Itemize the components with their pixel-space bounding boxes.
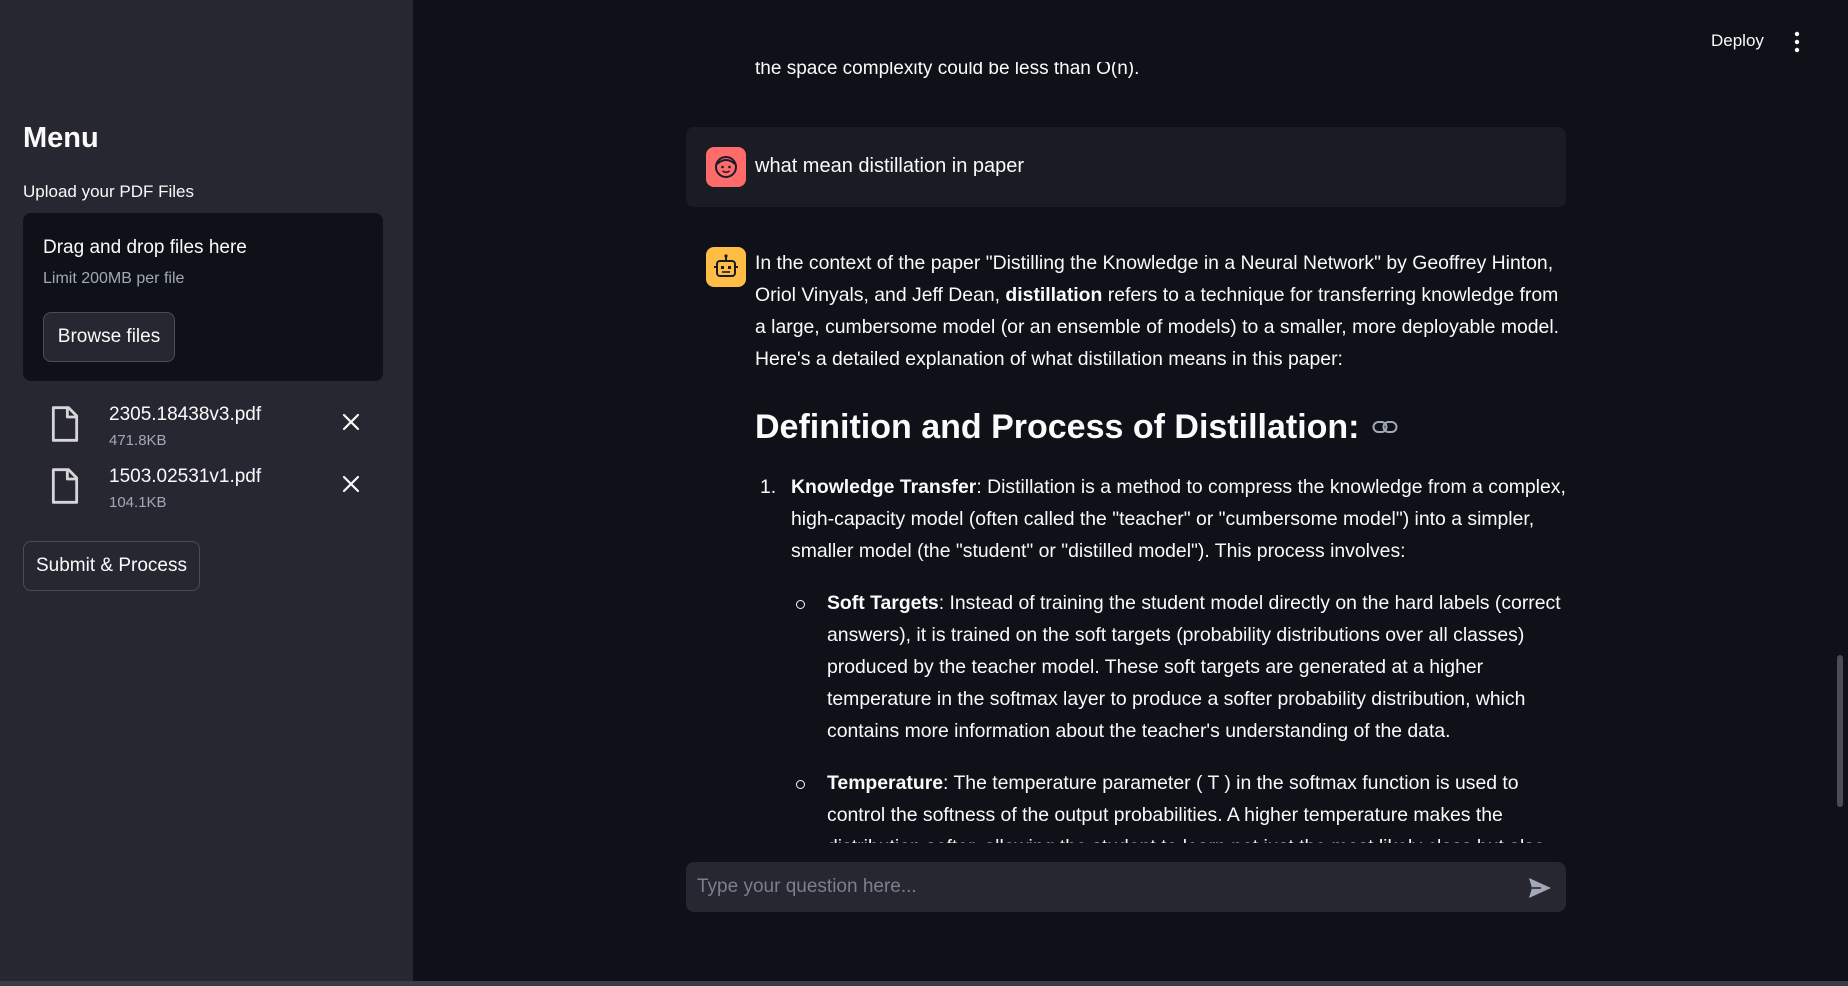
bottom-strip <box>0 981 1848 986</box>
file-size: 471.8KB <box>109 432 167 449</box>
robot-icon <box>714 254 738 277</box>
scrollbar[interactable] <box>1837 655 1843 807</box>
list-number: 1. <box>760 476 777 498</box>
uploaded-file-item: 2305.18438v3.pdf 471.8KB <box>23 400 383 456</box>
chat-input[interactable] <box>686 862 1566 912</box>
sub-item-text: : Instead of training the student model … <box>827 592 1561 742</box>
file-dropzone[interactable]: Drag and drop files here Limit 200MB per… <box>23 213 383 381</box>
file-name: 2305.18438v3.pdf <box>109 404 262 425</box>
dropzone-limit: Limit 200MB per file <box>43 270 185 287</box>
bullet-icon <box>796 600 805 609</box>
link-icon[interactable] <box>1372 419 1398 435</box>
assistant-message: In the context of the paper "Distilling … <box>755 247 1570 843</box>
file-icon <box>51 468 79 504</box>
heading-text: Definition and Process of Distillation: <box>755 408 1360 446</box>
sub-item-bold: Temperature <box>827 772 944 794</box>
list-item: 1. Knowledge Transfer: Distillation is a… <box>755 471 1570 843</box>
user-avatar <box>706 147 746 187</box>
sidebar-title: Menu <box>23 122 99 154</box>
file-name: 1503.02531v1.pdf <box>109 466 262 487</box>
uploaded-file-item: 1503.02531v1.pdf 104.1KB <box>23 462 383 518</box>
user-message-text: what mean distillation in paper <box>755 155 1025 177</box>
submit-process-button[interactable]: Submit & Process <box>23 541 200 591</box>
deploy-button[interactable]: Deploy <box>1711 31 1764 51</box>
answer-intro: In the context of the paper "Distilling … <box>755 247 1570 375</box>
dropzone-title: Drag and drop files here <box>43 237 247 258</box>
send-icon[interactable] <box>1527 876 1553 900</box>
bullet-icon <box>796 780 805 789</box>
list-item-bold: Knowledge Transfer <box>791 476 977 498</box>
user-message: what mean distillation in paper <box>686 127 1566 207</box>
browse-files-button[interactable]: Browse files <box>43 312 175 362</box>
top-mask <box>413 0 1833 62</box>
chat-area: the space complexity could be less than … <box>413 0 1833 843</box>
close-icon[interactable] <box>339 472 363 496</box>
sidebar: Menu Upload your PDF Files Drag and drop… <box>0 0 413 986</box>
sub-item-bold: Soft Targets <box>827 592 939 614</box>
file-size: 104.1KB <box>109 494 167 511</box>
sub-list-item: Temperature: The temperature parameter (… <box>791 767 1570 843</box>
sub-list-item: Soft Targets: Instead of training the st… <box>791 587 1570 747</box>
assistant-avatar <box>706 247 746 287</box>
intro-bold: distillation <box>1005 284 1103 306</box>
close-icon[interactable] <box>339 410 363 434</box>
face-icon <box>715 156 737 178</box>
kebab-menu-icon[interactable] <box>1786 30 1808 54</box>
answer-heading: Definition and Process of Distillation: <box>755 397 1570 457</box>
upload-label: Upload your PDF Files <box>23 182 195 201</box>
file-icon <box>51 406 79 442</box>
